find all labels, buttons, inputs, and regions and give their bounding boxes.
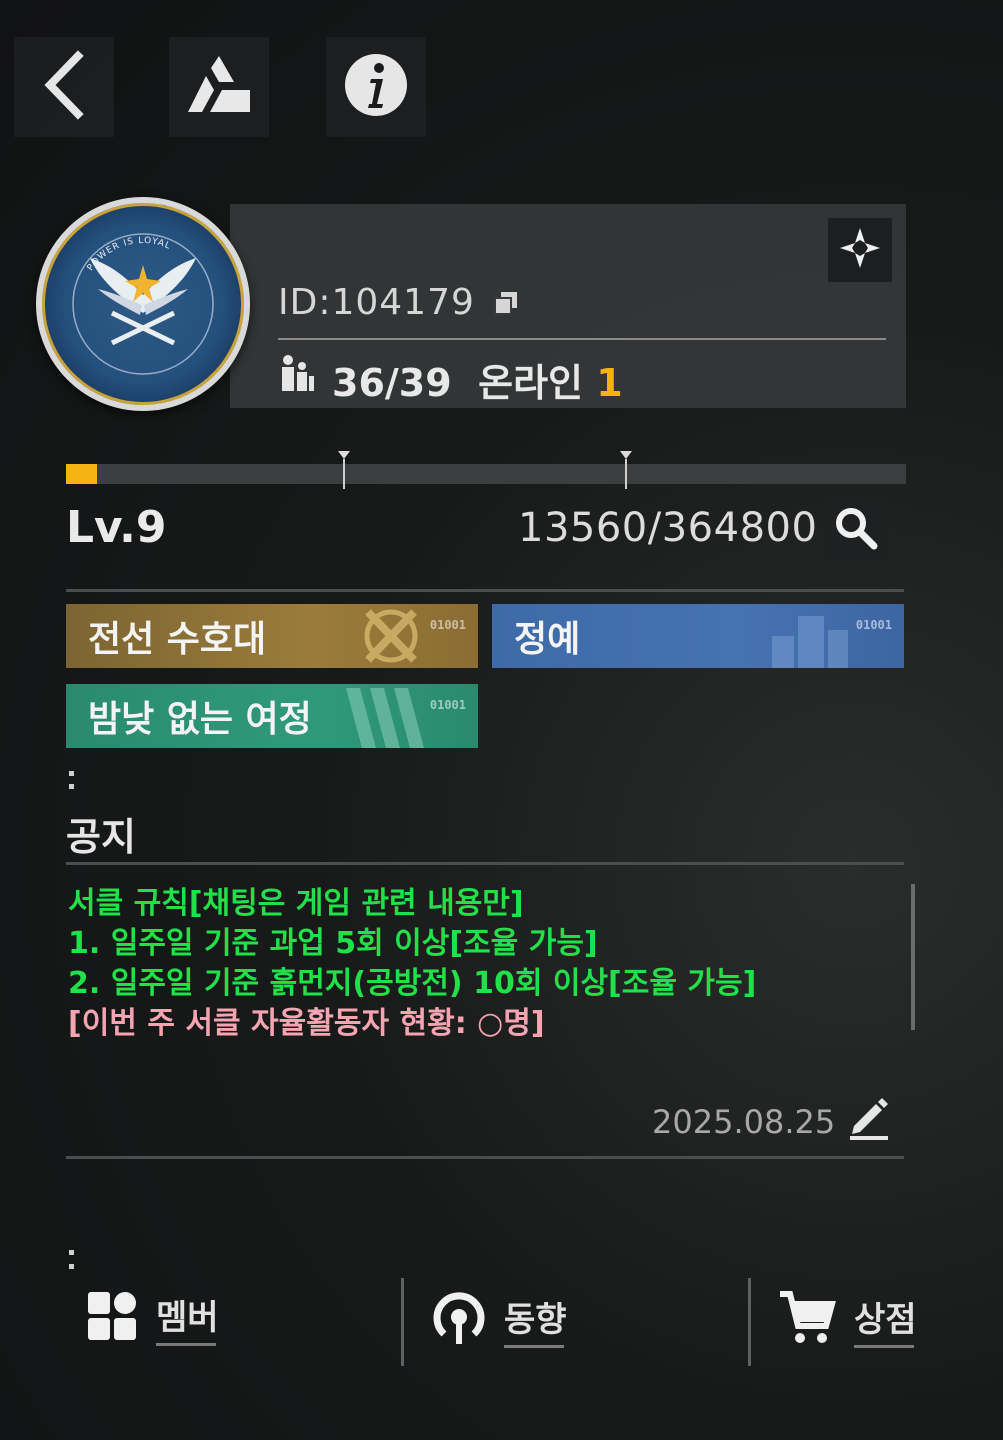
deco-dot xyxy=(69,1264,74,1269)
nav-separator xyxy=(748,1278,751,1366)
nav-members[interactable]: 멤버 xyxy=(86,1290,219,1346)
notice-bottom-divider xyxy=(66,1156,904,1159)
nav-underline xyxy=(854,1345,914,1348)
notice-date: 2025.08.25 xyxy=(652,1103,836,1141)
nav-separator xyxy=(401,1278,404,1366)
panel-divider xyxy=(278,338,886,340)
member-count: 36/39 xyxy=(332,361,452,405)
back-button[interactable] xyxy=(14,37,114,137)
tag-elite[interactable]: 정예 01001 xyxy=(492,604,904,668)
info-button[interactable] xyxy=(326,37,426,137)
section-divider xyxy=(66,589,904,592)
nav-shop[interactable]: 상점 xyxy=(778,1290,917,1350)
tag-label: 전선 수호대 xyxy=(88,619,267,660)
crossed-swords-icon xyxy=(356,606,426,668)
chevron-left-icon xyxy=(40,50,88,124)
notice-body: 서클 규칙[채팅은 게임 관련 내용만] 1. 일주일 기준 과업 5회 이상[… xyxy=(68,884,756,1044)
exp-value: 13560/364800 xyxy=(518,505,818,551)
milestone-arrow xyxy=(338,451,350,459)
tag-frontline-guard[interactable]: 전선 수호대 01001 xyxy=(66,604,478,668)
search-icon xyxy=(834,506,878,554)
milestone-arrow xyxy=(620,451,632,459)
notice-line: 서클 규칙[채팅은 게임 관련 내용만] xyxy=(68,886,524,921)
info-circle-icon xyxy=(343,52,409,122)
signal-icon xyxy=(432,1290,486,1350)
nav-label: 상점 xyxy=(854,1300,917,1340)
crosshair-icon xyxy=(838,226,882,274)
edit-notice-button[interactable] xyxy=(846,1094,892,1144)
nav-underline xyxy=(156,1343,216,1346)
notice-scrollbar[interactable] xyxy=(911,884,915,1030)
notice-line: 1. 일주일 기준 과업 5회 이상[조율 가능] xyxy=(68,926,598,961)
chevrons-icon xyxy=(346,688,436,748)
tag-code: 01001 xyxy=(429,618,466,632)
deco-dot xyxy=(69,1250,74,1255)
members-icon xyxy=(276,354,316,398)
notice-line: [이번 주 서클 자율활동자 현황: ○명] xyxy=(68,1006,545,1041)
milestone-marker xyxy=(343,459,345,489)
exp-progress-bar xyxy=(66,464,906,484)
nav-underline xyxy=(504,1345,564,1348)
exp-progress-fill xyxy=(66,464,97,484)
club-id-text: ID:104179 xyxy=(278,282,475,323)
tag-label: 밤낮 없는 여정 xyxy=(88,699,312,740)
brand-button[interactable] xyxy=(169,37,269,137)
pencil-icon xyxy=(846,1098,892,1144)
grid-icon xyxy=(86,1290,138,1346)
club-id: ID:104179 xyxy=(278,282,519,325)
notice-line: 2. 일주일 기준 흙먼지(공방전) 10회 이상[조율 가능] xyxy=(68,966,757,1001)
notice-title: 공지 xyxy=(66,815,136,859)
tag-endless-journey[interactable]: 밤낮 없는 여정 01001 xyxy=(66,684,478,748)
locate-button[interactable] xyxy=(828,218,892,282)
club-level: Lv.9 xyxy=(66,502,167,553)
nav-label: 멤버 xyxy=(156,1298,219,1338)
deco-dot xyxy=(69,771,74,776)
copy-icon[interactable] xyxy=(493,284,519,325)
cart-icon xyxy=(778,1290,836,1350)
club-emblem[interactable]: POWER IS LOYAL xyxy=(36,197,250,411)
delta-logo-icon xyxy=(184,54,254,120)
notice-divider xyxy=(66,862,904,865)
member-count-row: 36/39 온라인 1 xyxy=(332,352,623,407)
nav-trends[interactable]: 동향 xyxy=(432,1290,567,1350)
online-count: 1 xyxy=(596,361,623,405)
level-detail-button[interactable] xyxy=(826,500,886,560)
nav-label: 동향 xyxy=(504,1300,567,1340)
milestone-marker xyxy=(625,459,627,489)
tag-label: 정예 xyxy=(514,619,581,660)
online-label: 온라인 xyxy=(478,361,583,405)
deco-dot xyxy=(69,784,74,789)
buildings-icon xyxy=(762,606,872,668)
